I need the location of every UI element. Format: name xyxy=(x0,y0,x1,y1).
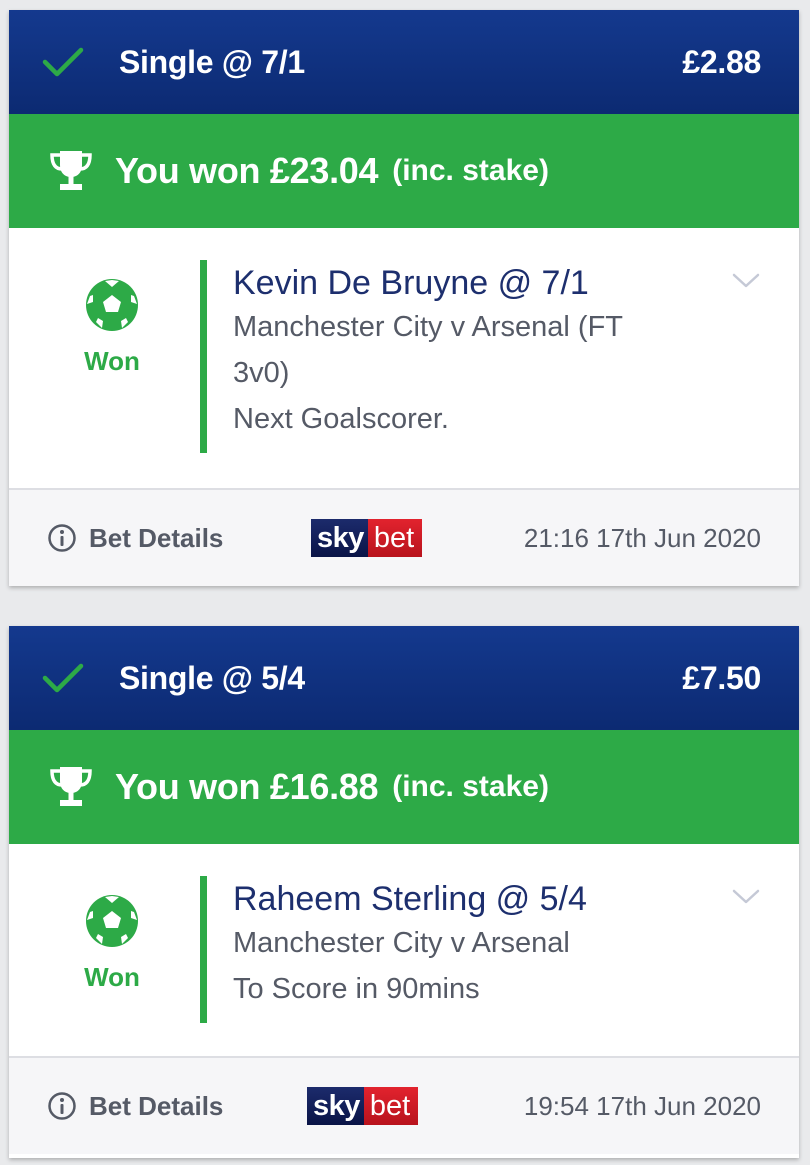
status-bar xyxy=(200,876,207,1023)
bet-header: Single @ 5/4 £7.50 xyxy=(9,626,799,730)
trophy-icon xyxy=(50,767,92,806)
stake-amount: £7.50 xyxy=(682,659,761,696)
chevron-down-icon[interactable] xyxy=(731,272,761,290)
logo-sky: sky xyxy=(307,1087,364,1125)
status-label: Won xyxy=(84,346,140,376)
won-banner: You won £16.88 (inc. stake) xyxy=(9,730,799,844)
bet-timestamp: 21:16 17th Jun 2020 xyxy=(523,522,761,553)
status-label: Won xyxy=(84,962,140,992)
bet-card: Single @ 7/1 £2.88 You won £23.04 (inc. … xyxy=(9,10,799,586)
logo-sky: sky xyxy=(311,519,368,557)
selection-name: Kevin De Bruyne @ 7/1 xyxy=(233,264,589,302)
bet-timestamp: 19:54 17th Jun 2020 xyxy=(523,1090,761,1121)
market-line: To Score in 90mins xyxy=(233,973,480,1005)
football-icon xyxy=(86,279,138,331)
selection-row[interactable]: Won Kevin De Bruyne @ 7/1 Manchester Cit… xyxy=(9,228,799,490)
bet-type: Single @ 7/1 xyxy=(119,43,305,80)
won-amount: You won £23.04 xyxy=(115,150,379,191)
bet-footer: Bet Details sky bet 19:54 17th Jun 2020 xyxy=(9,1058,799,1154)
match-line: Manchester City v Arsenal xyxy=(233,927,570,959)
selection-name: Raheem Sterling @ 5/4 xyxy=(233,880,587,918)
info-icon xyxy=(48,524,76,552)
bet-details-label: Bet Details xyxy=(89,522,224,553)
chevron-down-icon[interactable] xyxy=(731,888,761,906)
bet-details-link[interactable]: Bet Details xyxy=(47,1058,223,1154)
trophy-icon xyxy=(50,151,92,190)
selection-text: Kevin De Bruyne @ 7/1 Manchester City v … xyxy=(233,262,693,442)
bet-footer: Bet Details sky bet 21:16 17th Jun 2020 xyxy=(9,490,799,586)
selection-text: Raheem Sterling @ 5/4 Manchester City v … xyxy=(233,878,693,1012)
logo-bet: bet xyxy=(367,519,423,557)
score-line: 3v0) xyxy=(233,357,290,389)
selection-row[interactable]: Won Raheem Sterling @ 5/4 Manchester Cit… xyxy=(9,844,799,1058)
logo-bet: bet xyxy=(363,1087,419,1125)
won-banner: You won £23.04 (inc. stake) xyxy=(9,114,799,228)
inc-stake-note: (inc. stake) xyxy=(392,154,549,187)
skybet-logo: sky bet xyxy=(311,519,423,557)
bet-details-label: Bet Details xyxy=(89,1090,224,1121)
market-line: Next Goalscorer. xyxy=(233,403,449,435)
bet-card: Single @ 5/4 £7.50 You won £16.88 (inc. … xyxy=(9,626,799,1158)
selection-status: Won xyxy=(79,894,145,993)
match-line: Manchester City v Arsenal (FT xyxy=(233,311,623,343)
won-amount: You won £16.88 xyxy=(115,766,379,807)
bet-details-link[interactable]: Bet Details xyxy=(47,490,223,586)
status-bar xyxy=(200,260,207,453)
info-icon xyxy=(48,1092,76,1120)
football-icon xyxy=(86,895,138,947)
check-icon xyxy=(42,47,84,77)
bet-header: Single @ 7/1 £2.88 xyxy=(9,10,799,114)
inc-stake-note: (inc. stake) xyxy=(392,770,549,803)
check-icon xyxy=(42,663,84,693)
bet-type: Single @ 5/4 xyxy=(119,659,305,696)
stake-amount: £2.88 xyxy=(682,43,761,80)
selection-status: Won xyxy=(79,278,145,377)
skybet-logo: sky bet xyxy=(307,1087,419,1125)
